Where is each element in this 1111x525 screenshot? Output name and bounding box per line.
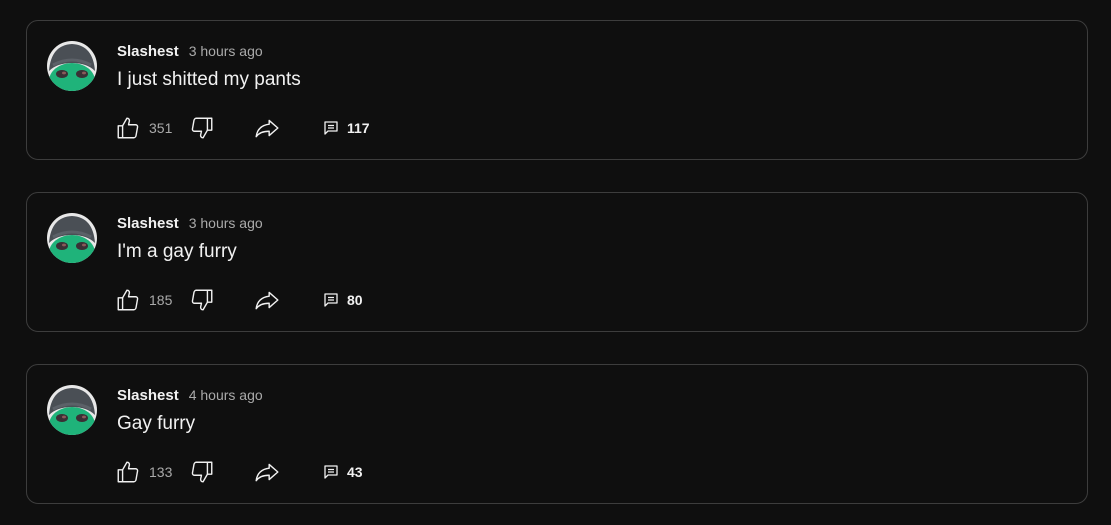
share-button[interactable]: [253, 457, 281, 487]
author-name[interactable]: Slashest: [117, 387, 179, 404]
comment-icon: [323, 120, 339, 136]
avatar[interactable]: [47, 385, 97, 435]
avatar[interactable]: [47, 41, 97, 91]
comment-feed: Slashest 3 hours ago I just shitted my p…: [0, 0, 1111, 525]
comment-meta: Slashest 4 hours ago: [117, 387, 263, 405]
comment-card: Slashest 4 hours ago Gay furry 133 43: [26, 364, 1088, 504]
thumbs-down-icon: [189, 459, 215, 485]
reply-count: 43: [347, 464, 363, 480]
like-count: 133: [149, 464, 173, 480]
replies-button[interactable]: 43: [323, 457, 363, 487]
thumbs-up-icon: [115, 115, 141, 141]
replies-button[interactable]: 117: [323, 113, 370, 143]
like-button[interactable]: 185: [115, 285, 172, 315]
comment-card: Slashest 3 hours ago I just shitted my p…: [26, 20, 1088, 160]
like-count: 351: [149, 120, 173, 136]
comment-card: Slashest 3 hours ago I'm a gay furry 185: [26, 192, 1088, 332]
action-bar: 185 80: [115, 285, 415, 315]
like-count: 185: [149, 292, 173, 308]
comment-text: I just shitted my pants: [117, 69, 301, 90]
action-bar: 133 43: [115, 457, 415, 487]
dislike-button[interactable]: [189, 285, 215, 315]
thumbs-down-icon: [189, 115, 215, 141]
avatar[interactable]: [47, 213, 97, 263]
reply-count: 80: [347, 292, 363, 308]
dislike-button[interactable]: [189, 113, 215, 143]
thumbs-down-icon: [189, 287, 215, 313]
comment-meta: Slashest 3 hours ago: [117, 43, 263, 61]
share-arrow-icon: [253, 459, 281, 485]
replies-button[interactable]: 80: [323, 285, 363, 315]
action-bar: 351 117: [115, 113, 415, 143]
author-name[interactable]: Slashest: [117, 215, 179, 232]
timestamp[interactable]: 3 hours ago: [189, 43, 263, 59]
like-button[interactable]: 351: [115, 113, 172, 143]
dislike-button[interactable]: [189, 457, 215, 487]
share-button[interactable]: [253, 113, 281, 143]
comment-meta: Slashest 3 hours ago: [117, 215, 263, 233]
timestamp[interactable]: 3 hours ago: [189, 215, 263, 231]
comment-text: Gay furry: [117, 413, 196, 434]
thumbs-up-icon: [115, 287, 141, 313]
reply-count: 117: [347, 120, 370, 136]
share-arrow-icon: [253, 115, 281, 141]
share-arrow-icon: [253, 287, 281, 313]
like-button[interactable]: 133: [115, 457, 172, 487]
timestamp[interactable]: 4 hours ago: [189, 387, 263, 403]
comment-text: I'm a gay furry: [117, 241, 237, 262]
thumbs-up-icon: [115, 459, 141, 485]
share-button[interactable]: [253, 285, 281, 315]
author-name[interactable]: Slashest: [117, 43, 179, 60]
comment-icon: [323, 292, 339, 308]
comment-icon: [323, 464, 339, 480]
